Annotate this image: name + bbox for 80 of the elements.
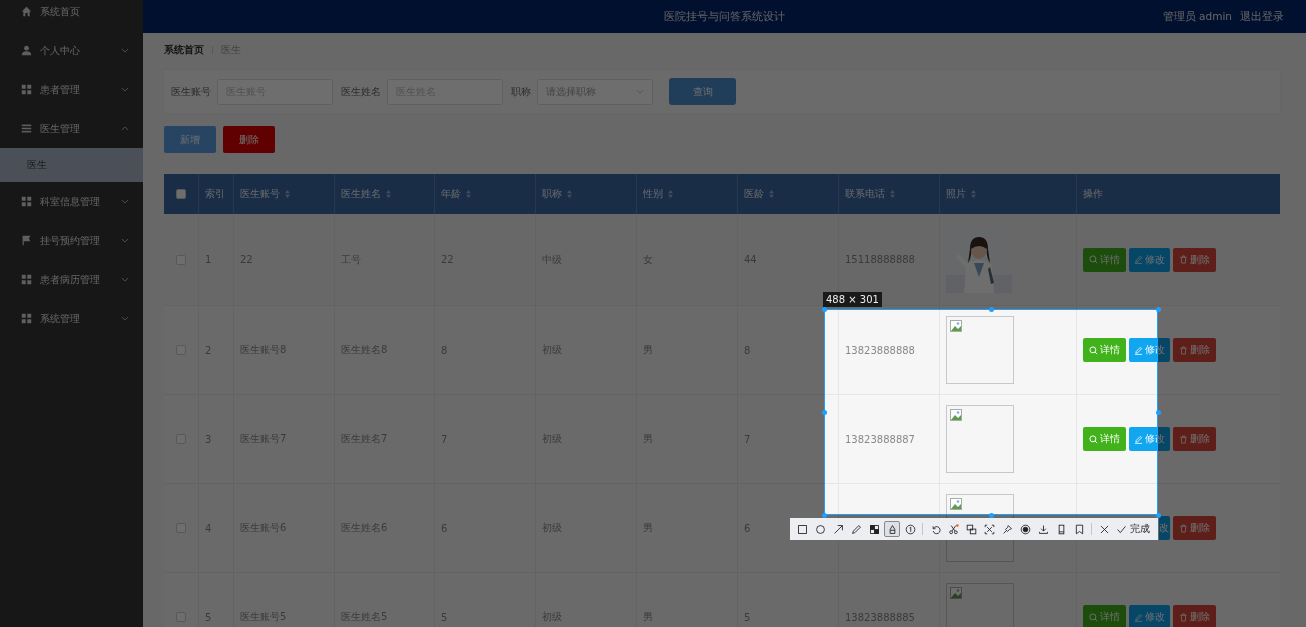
done-button[interactable]: 完成 <box>1114 522 1152 536</box>
arrow-icon <box>832 523 844 535</box>
list-icon <box>21 123 32 134</box>
app-title: 医院挂号与问答系统设计 <box>664 9 785 24</box>
logout-link[interactable]: 退出登录 <box>1240 9 1284 24</box>
column-header: 索引 <box>205 187 225 201</box>
marker-icon <box>886 523 898 535</box>
delete-button[interactable]: 删除 <box>1173 247 1216 272</box>
search-icon <box>1089 612 1098 622</box>
scan-icon <box>983 523 995 535</box>
detail-button[interactable]: 详情 <box>1083 605 1126 627</box>
query-button[interactable]: 查询 <box>669 78 736 105</box>
size-label: 488 × 301 <box>823 292 882 307</box>
resize-handle[interactable] <box>1156 513 1161 518</box>
column-header: 医龄 <box>744 187 764 201</box>
column-header: 联系电话 <box>845 187 885 201</box>
broken-image-icon <box>950 587 962 599</box>
record-icon <box>1019 523 1031 535</box>
marker-tool[interactable] <box>884 521 900 537</box>
edit-button[interactable]: 修改 <box>1129 247 1170 272</box>
grid-icon <box>21 274 32 285</box>
table-cell: 13823888888 <box>845 344 915 356</box>
rect-icon <box>796 523 808 535</box>
number-icon <box>904 523 916 535</box>
circle-icon <box>814 523 826 535</box>
pin-icon <box>1001 523 1013 535</box>
pencil-icon <box>1134 612 1143 622</box>
resize-handle[interactable] <box>822 307 827 312</box>
broken-image-icon <box>950 409 962 421</box>
flag-icon <box>21 235 32 246</box>
trash-icon <box>1179 255 1188 264</box>
bookmark-icon <box>1073 523 1085 535</box>
delete-button[interactable]: 删除 <box>1173 338 1216 362</box>
table-cell: 13823888887 <box>845 433 915 445</box>
column-header: 操作 <box>1083 187 1103 201</box>
column-header: 医生账号 <box>240 187 280 201</box>
phone-icon <box>1055 523 1067 535</box>
scissors-icon <box>947 523 959 535</box>
column-header: 年龄 <box>441 187 461 201</box>
resize-handle[interactable] <box>822 410 827 415</box>
trash-icon <box>1179 612 1188 622</box>
user-icon <box>21 45 32 56</box>
pencil-icon <box>850 523 862 535</box>
pencil-icon <box>1134 255 1143 264</box>
search-icon <box>1089 345 1098 355</box>
mosaic-icon <box>868 523 880 535</box>
grid-icon <box>21 196 32 207</box>
broken-image-icon <box>950 498 962 510</box>
trash-icon <box>1179 523 1188 533</box>
trash-icon <box>1179 345 1188 355</box>
resize-handle[interactable] <box>1156 307 1161 312</box>
undo-icon <box>929 523 941 535</box>
detail-button[interactable]: 详情 <box>1083 338 1126 362</box>
trash-icon <box>1179 434 1188 444</box>
resize-handle[interactable] <box>989 513 994 518</box>
pencil-icon <box>1134 434 1143 444</box>
delete-button[interactable]: 删除 <box>1173 605 1216 627</box>
delete-button[interactable]: 删除 <box>223 126 275 153</box>
delete-button[interactable]: 删除 <box>1173 427 1216 451</box>
broken-image-icon <box>950 320 962 332</box>
select-all-checkbox[interactable] <box>176 189 186 199</box>
delete-button[interactable]: 删除 <box>1173 516 1216 540</box>
grid-icon <box>21 313 32 324</box>
edit-button[interactable]: 修改 <box>1129 605 1170 627</box>
close-icon <box>1098 523 1110 535</box>
resize-handle[interactable] <box>1156 410 1161 415</box>
pencil-icon <box>1134 345 1143 355</box>
search-icon <box>1089 434 1098 444</box>
home-icon <box>21 6 32 17</box>
search-icon <box>1089 255 1098 264</box>
edit-button[interactable]: 改 <box>1159 516 1170 540</box>
grid-icon <box>21 84 32 95</box>
breadcrumb-item[interactable]: 系统首页 <box>164 43 204 57</box>
detail-button[interactable]: 详情 <box>1083 247 1126 272</box>
check-icon <box>1116 523 1127 535</box>
user-label: 管理员 admin <box>1162 9 1232 24</box>
download-icon <box>1037 523 1049 535</box>
detail-button[interactable]: 详情 <box>1083 427 1126 451</box>
resize-handle[interactable] <box>989 307 994 312</box>
resize-handle[interactable] <box>822 513 827 518</box>
